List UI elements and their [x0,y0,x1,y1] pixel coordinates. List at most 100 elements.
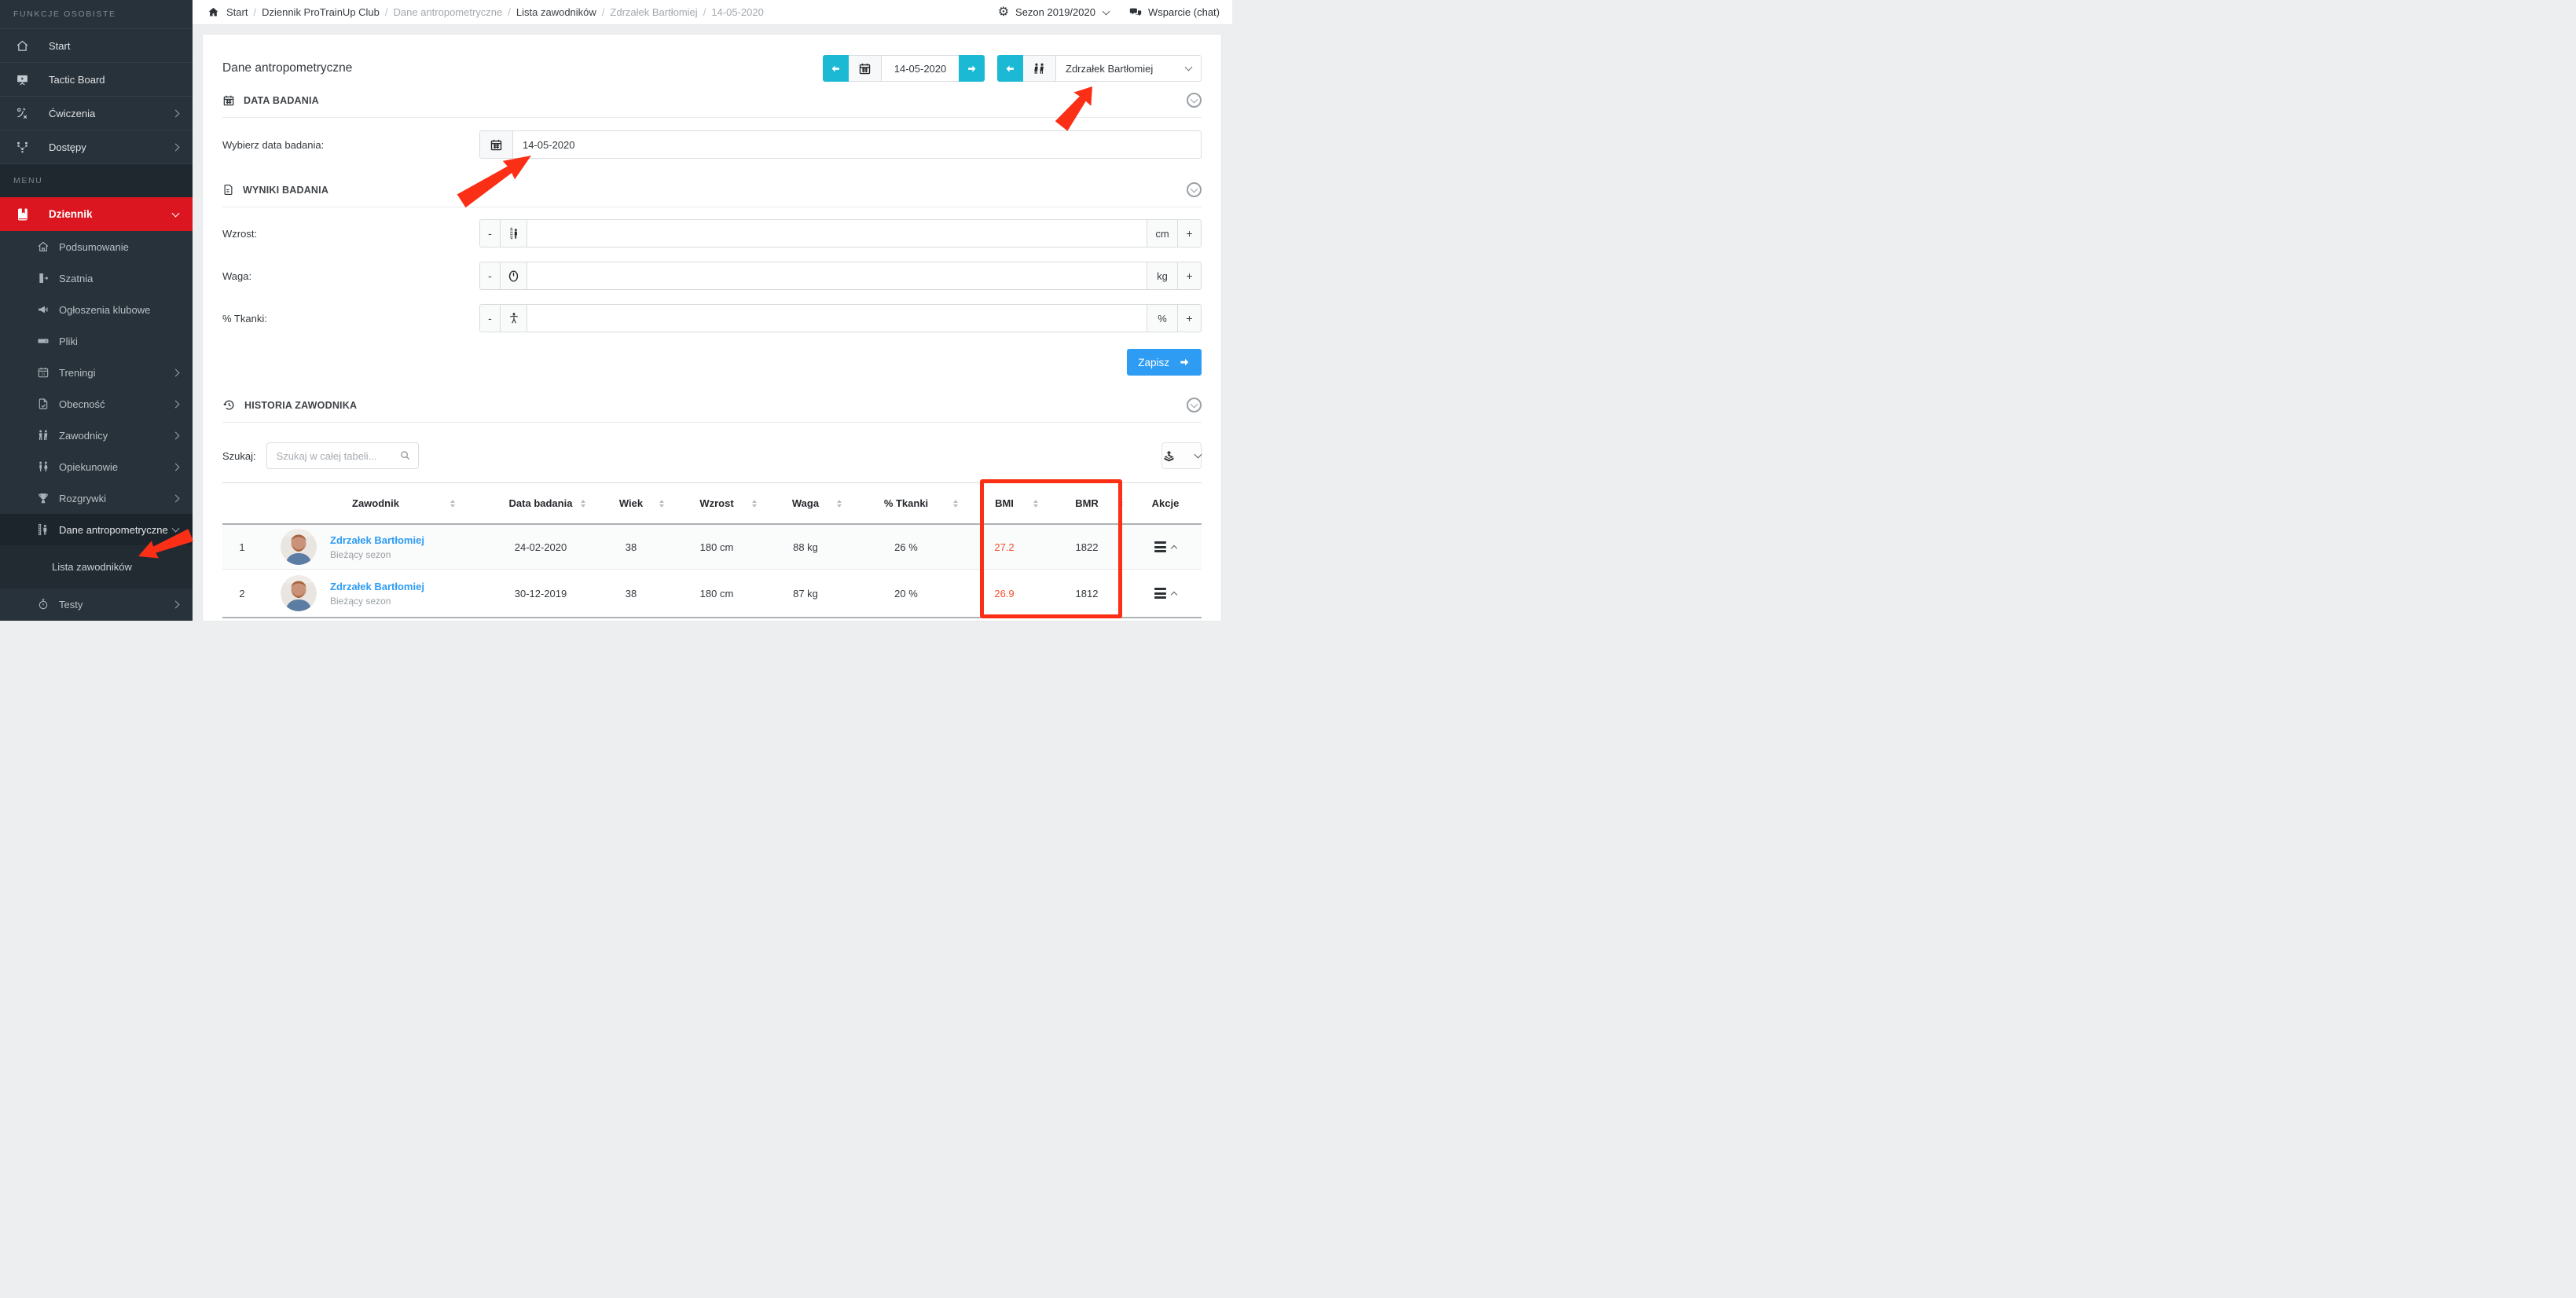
save-button-label: Zapisz [1138,357,1169,368]
date-nav-value[interactable]: 14-05-2020 [881,55,960,82]
gear-icon: ⚙ [998,6,1009,19]
col-tkanki[interactable]: % Tkanki [848,483,964,523]
date-input[interactable]: 14-05-2020 [512,130,1202,159]
prev-player-button[interactable] [997,55,1023,82]
sidebar-item-cwiczenia[interactable]: Ćwiczenia [0,97,193,130]
sidebar: FUNKCJE OSOBISTE Start Tactic Board Ćwic… [0,0,193,621]
breadcrumb-dane[interactable]: Dane antropometryczne [394,6,511,18]
collapse-section-icon[interactable] [1187,398,1202,412]
sort-icon[interactable] [581,500,585,508]
player-select[interactable]: Zdrzałek Bartłomiej [1055,55,1202,82]
next-date-button[interactable] [959,55,985,82]
sidebar-item-podsumowanie[interactable]: Podsumowanie [0,231,193,262]
weight-field: - kg + [479,262,1202,290]
megaphone-icon [37,303,50,317]
locker-room-icon [37,272,50,285]
export-button[interactable] [1161,442,1202,469]
col-bmr[interactable]: BMR [1044,483,1129,523]
col-zawodnik[interactable]: Zawodnik [262,483,490,523]
search-input[interactable] [266,442,419,469]
sort-icon[interactable] [450,500,455,508]
col-data-badania[interactable]: Data badania [490,483,592,523]
sidebar-item-label: Rozgrywki [59,493,106,504]
chevron-right-icon [172,463,180,471]
cell-bmr: 1812 [1044,588,1129,600]
export-icon [1162,449,1176,463]
page-title: Dane antropometryczne [222,61,823,75]
home-icon[interactable] [207,6,219,18]
breadcrumb-player[interactable]: Zdrzałek Bartłomiej [610,6,706,18]
fat-minus-button[interactable]: - [479,304,501,332]
row-actions-menu-icon[interactable] [1154,541,1166,552]
sort-icon[interactable] [953,500,958,508]
row-actions-menu-icon[interactable] [1154,588,1166,599]
sidebar-item-label: Ćwiczenia [49,108,95,119]
support-chat-link[interactable]: Wsparcie (chat) [1129,6,1220,19]
prev-date-button[interactable] [823,55,849,82]
weight-plus-button[interactable]: + [1177,262,1202,290]
sidebar-item-ogloszenia[interactable]: Ogłoszenia klubowe [0,294,193,325]
sort-icon[interactable] [659,500,664,508]
breadcrumb-club[interactable]: Dziennik ProTrainUp Club [262,6,387,18]
weight-input[interactable] [527,262,1147,290]
section-title: WYNIKI BADANIA [243,185,328,196]
sidebar-item-start[interactable]: Start [0,29,193,63]
sidebar-item-lista-zawodnikow[interactable]: Lista zawodników [0,545,193,588]
sidebar-item-label: Pliki [59,336,78,347]
breadcrumb-date[interactable]: 14-05-2020 [711,6,764,18]
height-input[interactable] [527,219,1147,248]
weight-minus-button[interactable]: - [479,262,501,290]
col-wiek[interactable]: Wiek [592,483,670,523]
sidebar-item-obecnosc[interactable]: Obecność [0,388,193,420]
sidebar-item-label: Testy [59,599,83,610]
breadcrumb-lista[interactable]: Lista zawodników [516,6,605,18]
height-plus-button[interactable]: + [1177,219,1202,248]
fat-field: - % + [479,304,1202,332]
sidebar-item-testy[interactable]: Testy [0,588,193,620]
sidebar-item-zawodnicy[interactable]: Zawodnicy [0,420,193,451]
breadcrumb-start[interactable]: Start [226,6,256,18]
sort-icon[interactable] [837,500,842,508]
players-icon[interactable] [1022,55,1056,82]
player-name-link[interactable]: Zdrzałek Bartłomiej [330,581,424,592]
sidebar-item-szatnia[interactable]: Szatnia [0,262,193,294]
calendar-icon[interactable] [848,55,882,82]
fat-plus-button[interactable]: + [1177,304,1202,332]
sort-icon[interactable] [1033,500,1038,508]
chevron-up-icon[interactable] [1171,544,1177,551]
section-title: HISTORIA ZAWODNIKA [244,400,357,411]
access-icon [16,141,29,154]
collapse-section-icon[interactable] [1187,182,1202,197]
sidebar-item-dziennik[interactable]: Dziennik [0,197,193,231]
col-wzrost[interactable]: Wzrost [670,483,763,523]
row-index: 2 [222,588,262,600]
calendar-icon[interactable] [479,130,513,159]
player-avatar[interactable] [281,529,317,565]
collapse-section-icon[interactable] [1187,93,1202,108]
chevron-up-icon[interactable] [1171,591,1177,597]
cell-weight: 88 kg [763,541,848,553]
section-data-badania: DATA BADANIA [222,83,1202,118]
tactic-board-icon [16,73,29,86]
sidebar-item-opiekunowie[interactable]: Opiekunowie [0,451,193,482]
sidebar-item-label: Ogłoszenia klubowe [59,304,150,316]
sidebar-item-dane-antropometryczne[interactable]: Dane antropometryczne [0,514,193,545]
player-avatar[interactable] [281,575,317,611]
player-name-link[interactable]: Zdrzałek Bartłomiej [330,534,424,546]
sidebar-item-dostepy[interactable]: Dostępy [0,130,193,164]
sidebar-item-tactic-board[interactable]: Tactic Board [0,63,193,97]
season-selector[interactable]: ⚙ Sezon 2019/2020 [998,6,1109,19]
cell-date: 30-12-2019 [490,588,592,600]
fat-input[interactable] [527,304,1147,332]
save-button[interactable]: Zapisz [1127,349,1202,376]
home-icon [16,39,29,53]
main-card: Dane antropometryczne 14-05-2020 [203,35,1221,621]
sidebar-item-rozgrywki[interactable]: Rozgrywki [0,482,193,514]
sort-icon[interactable] [752,500,757,508]
sidebar-item-treningi[interactable]: 31 Treningi [0,357,193,388]
col-bmi[interactable]: BMI [964,483,1044,523]
sort-icon[interactable] [1118,500,1123,508]
col-waga[interactable]: Waga [763,483,848,523]
height-minus-button[interactable]: - [479,219,501,248]
sidebar-item-pliki[interactable]: Pliki [0,325,193,357]
